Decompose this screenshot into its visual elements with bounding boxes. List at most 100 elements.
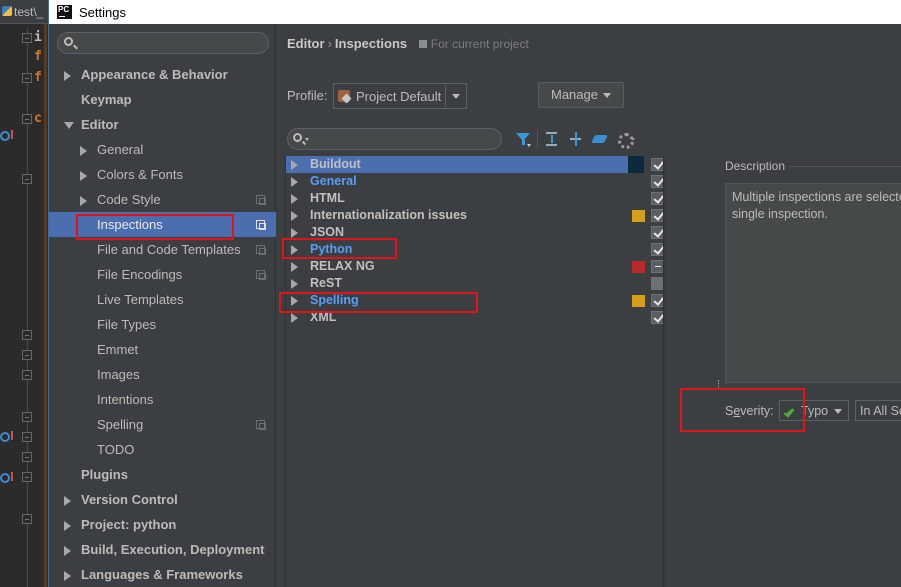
fold-icon[interactable]	[22, 452, 32, 462]
reset-icon[interactable]	[590, 129, 610, 149]
inspection-group-row[interactable]: HTML	[286, 190, 664, 207]
sidebar-item[interactable]: Editor	[49, 112, 276, 137]
override-marker-icon[interactable]	[0, 431, 13, 442]
inspection-group-label: ReST	[310, 276, 342, 290]
inspection-group-row[interactable]: Buildout	[286, 156, 664, 173]
sidebar-item[interactable]: Colors & Fonts	[49, 162, 276, 187]
editor-tab[interactable]: test\_	[0, 0, 48, 24]
inspection-group-row[interactable]: ReST	[286, 275, 664, 292]
scope-dropdown[interactable]: In All Scopes	[855, 400, 901, 421]
inspection-group-row[interactable]: JSON	[286, 224, 664, 241]
collapsed-arrow-icon[interactable]	[64, 71, 71, 81]
inspection-group-row[interactable]: XML	[286, 309, 664, 326]
title-bar[interactable]: PC Settings	[49, 0, 901, 24]
sidebar-item[interactable]: Images	[49, 362, 276, 387]
settings-search[interactable]	[57, 32, 269, 54]
description-separator	[789, 166, 901, 167]
collapsed-arrow-icon[interactable]	[291, 262, 298, 272]
override-marker-icon[interactable]	[0, 130, 13, 141]
inspection-search-input[interactable]	[314, 131, 494, 147]
fold-icon[interactable]	[22, 472, 32, 482]
sidebar-item[interactable]: Project: python	[49, 512, 276, 537]
sidebar-item[interactable]: Intentions	[49, 387, 276, 412]
collapsed-arrow-icon[interactable]	[291, 296, 298, 306]
collapsed-arrow-icon[interactable]	[64, 571, 71, 581]
fold-icon[interactable]	[22, 174, 32, 184]
sidebar-item[interactable]: Appearance & Behavior	[49, 62, 276, 87]
collapsed-arrow-icon[interactable]	[80, 171, 87, 181]
project-settings-icon	[256, 195, 266, 205]
sidebar-item[interactable]: Inspections	[49, 212, 276, 237]
collapsed-arrow-icon[interactable]	[64, 496, 71, 506]
filter-icon[interactable]	[513, 129, 533, 149]
severity-color-swatch	[632, 295, 645, 307]
collapsed-arrow-icon[interactable]	[291, 211, 298, 221]
sidebar-item[interactable]: File and Code Templates	[49, 237, 276, 262]
collapsed-arrow-icon[interactable]	[291, 177, 298, 187]
collapsed-arrow-icon[interactable]	[80, 196, 87, 206]
code-fragment: c	[34, 111, 42, 126]
sidebar-item[interactable]: Code Style	[49, 187, 276, 212]
sidebar-item[interactable]: Spelling	[49, 412, 276, 437]
fold-icon[interactable]	[22, 432, 32, 442]
sidebar-item[interactable]: General	[49, 137, 276, 162]
sidebar-item[interactable]: Emmet	[49, 337, 276, 362]
inspection-group-row[interactable]: General	[286, 173, 664, 190]
collapsed-arrow-icon[interactable]	[64, 521, 71, 531]
fold-icon[interactable]	[22, 114, 32, 124]
sidebar-item[interactable]: Plugins	[49, 462, 276, 487]
sidebar-item[interactable]: Version Control	[49, 487, 276, 512]
search-icon	[293, 133, 302, 142]
sidebar-item[interactable]: File Encodings	[49, 262, 276, 287]
inspection-group-row[interactable]: Internationalization issues	[286, 207, 664, 224]
inspection-group-row[interactable]: Spelling	[286, 292, 664, 309]
expand-all-icon[interactable]	[542, 129, 562, 149]
fold-icon[interactable]	[22, 350, 32, 360]
inspection-group-label: Python	[310, 242, 353, 256]
override-marker-icon[interactable]	[0, 472, 13, 483]
inspection-search[interactable]	[287, 128, 502, 150]
splitter-grip[interactable]	[718, 380, 721, 390]
python-file-icon	[2, 6, 12, 16]
inspection-group-row[interactable]: Python	[286, 241, 664, 258]
severity-cell-highlight	[628, 156, 644, 173]
sidebar-item[interactable]: Languages & Frameworks	[49, 562, 276, 587]
collapse-all-icon[interactable]	[566, 129, 586, 149]
fold-icon[interactable]	[22, 370, 32, 380]
collapsed-arrow-icon[interactable]	[291, 279, 298, 289]
severity-color-swatch	[632, 261, 645, 273]
sidebar-item-label: File Types	[97, 317, 157, 332]
manage-button[interactable]: Manage	[538, 82, 624, 108]
fold-icon[interactable]	[22, 514, 32, 524]
fold-icon[interactable]	[22, 73, 32, 83]
collapsed-arrow-icon[interactable]	[291, 160, 298, 170]
profile-dropdown[interactable]: Project Default	[333, 83, 467, 109]
inspection-toolbar	[513, 129, 638, 149]
breadcrumb-current: Inspections	[334, 36, 408, 51]
sidebar-item[interactable]: TODO	[49, 437, 276, 462]
search-history-caret-icon[interactable]	[305, 138, 309, 141]
sidebar-item-label: Build, Execution, Deployment	[81, 542, 265, 557]
inspection-group-row[interactable]: RELAX NG	[286, 258, 664, 275]
fold-icon[interactable]	[22, 33, 32, 43]
collapsed-arrow-icon[interactable]	[291, 228, 298, 238]
collapsed-arrow-icon[interactable]	[291, 194, 298, 204]
collapsed-arrow-icon[interactable]	[291, 313, 298, 323]
severity-dropdown[interactable]: Typo	[779, 400, 849, 421]
sidebar-item-label: Keymap	[81, 92, 132, 107]
fold-icon[interactable]	[22, 412, 32, 422]
sidebar-item[interactable]: Live Templates	[49, 287, 276, 312]
collapsed-arrow-icon[interactable]	[80, 146, 87, 156]
pane-divider[interactable]	[663, 156, 665, 587]
settings-search-input[interactable]	[80, 35, 260, 51]
collapsed-arrow-icon[interactable]	[291, 245, 298, 255]
gear-icon[interactable]	[614, 129, 635, 149]
sidebar-item-label: Version Control	[81, 492, 178, 507]
sidebar-item[interactable]: File Types	[49, 312, 276, 337]
inspections-tree: Buildout General HTML Internationalization …	[285, 156, 664, 587]
sidebar-item[interactable]: Keymap	[49, 87, 276, 112]
fold-icon[interactable]	[22, 330, 32, 340]
collapsed-arrow-icon[interactable]	[64, 546, 71, 556]
expanded-arrow-icon[interactable]	[64, 122, 74, 129]
sidebar-item[interactable]: Build, Execution, Deployment	[49, 537, 276, 562]
